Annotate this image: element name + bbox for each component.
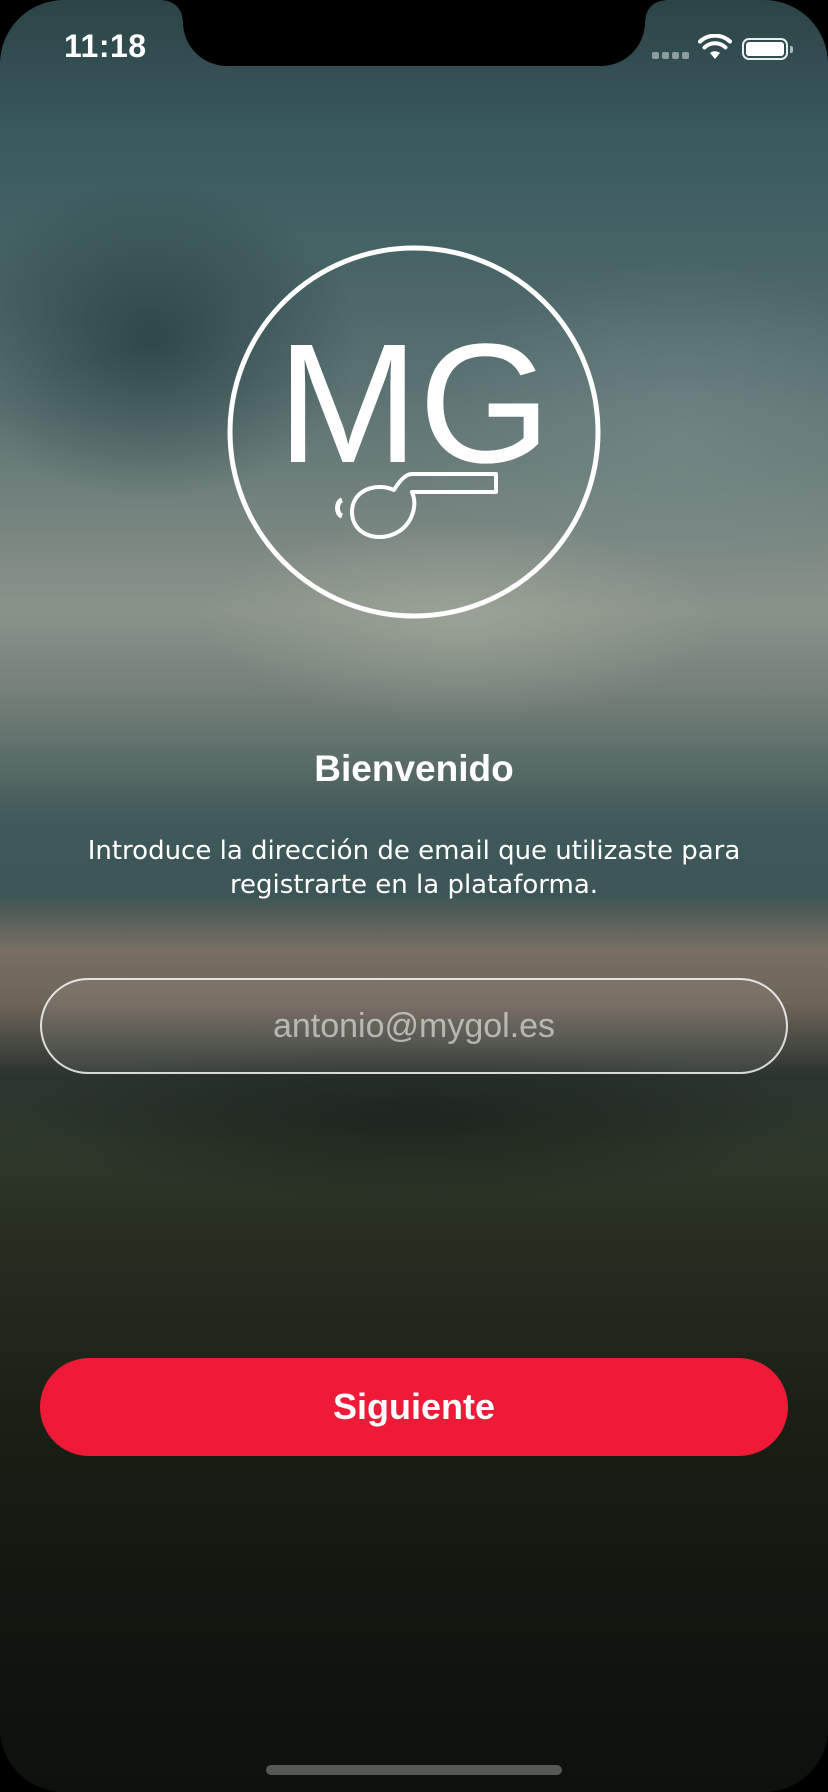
next-button[interactable]: Siguiente [40,1358,788,1456]
home-indicator[interactable] [266,1765,562,1775]
email-field[interactable] [40,978,788,1074]
wifi-icon [698,34,732,59]
logo-monogram: MG [277,309,551,499]
welcome-title: Bienvenido [314,748,514,789]
cellular-signal-icon [652,52,689,59]
email-input[interactable] [42,1005,786,1047]
welcome-subtitle: Introduce la dirección de email que util… [87,836,741,900]
battery-icon [742,38,793,60]
device-notch [163,0,665,66]
status-time: 11:18 [64,28,147,64]
screen: 11:18 MG Bienvenido Introduce la direcci… [0,0,828,1792]
mygol-logo: MG [227,245,601,619]
